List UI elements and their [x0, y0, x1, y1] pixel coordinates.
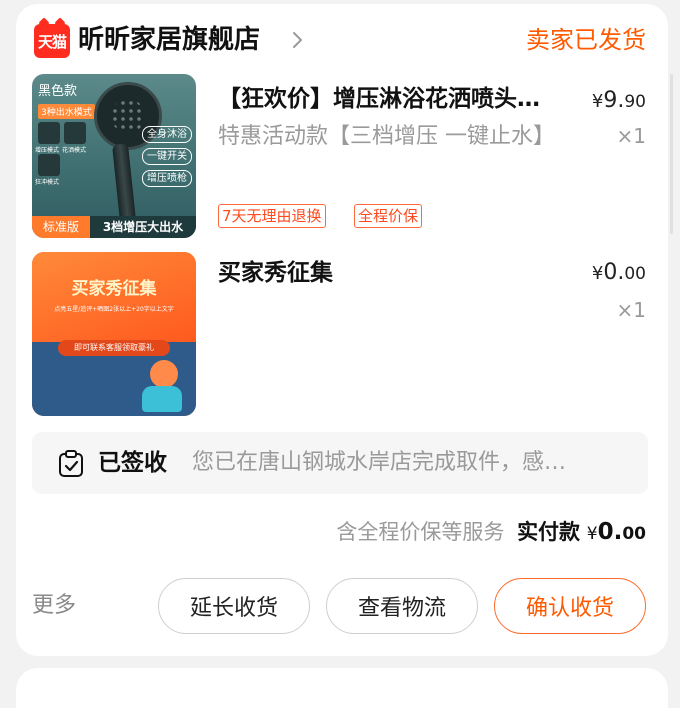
- price-dec-2: 00: [624, 264, 646, 284]
- logo-ear-left: [38, 17, 50, 29]
- mode-label: 3种出水模式: [38, 104, 95, 119]
- image-cta: 即可联系客服领取豪礼: [58, 340, 170, 356]
- price-dec: 90: [624, 92, 646, 112]
- logo-ear-right: [54, 17, 66, 29]
- version-label: 标准版: [32, 216, 90, 238]
- showerhead-handle: [111, 143, 137, 223]
- scrollbar[interactable]: [670, 74, 673, 234]
- item-quantity: ×1: [616, 124, 646, 148]
- service-text: 含全程价保等服务: [336, 520, 505, 544]
- item-title-2[interactable]: 买家秀征集: [218, 256, 333, 290]
- extend-receipt-button[interactable]: 延长收货: [158, 578, 310, 634]
- mascot-body: [142, 386, 182, 412]
- feature-2: 一键开关: [142, 148, 192, 165]
- image-title: 买家秀征集: [71, 279, 157, 299]
- price-symbol: ¥: [591, 91, 604, 112]
- more-button[interactable]: 更多: [32, 588, 76, 624]
- confirm-receipt-button[interactable]: 确认收货: [494, 578, 646, 634]
- mode-thumb-2: [64, 122, 86, 144]
- image-banner: 3档增压大出水: [90, 216, 196, 238]
- paid-symbol: ¥: [586, 524, 598, 544]
- delivery-message: 您已在唐山钢城水岸店完成取件，感…: [192, 450, 567, 475]
- tmall-logo-icon[interactable]: 天猫: [34, 17, 70, 58]
- feature-3: 增压喷枪: [142, 170, 192, 187]
- delivery-status-label: 已签收: [98, 450, 167, 476]
- price-symbol-2: ¥: [591, 263, 604, 284]
- mode-name-3: 狂冲模式: [35, 179, 60, 186]
- chevron-right-icon[interactable]: [289, 30, 307, 50]
- clipboard-check-icon: [59, 450, 83, 477]
- feature-1: 全身沐浴: [142, 126, 192, 143]
- view-logistics-button[interactable]: 查看物流: [326, 578, 478, 634]
- color-label: 黑色款: [38, 84, 78, 99]
- item-price-2: ¥0.00: [592, 256, 646, 291]
- paid-amount-dec: 00: [622, 524, 646, 544]
- next-order-card: [16, 668, 668, 708]
- mode-thumb-1: [38, 122, 60, 144]
- order-status: 卖家已发货: [526, 26, 646, 54]
- item-title[interactable]: 【狂欢价】增压淋浴花洒喷头…: [218, 82, 558, 116]
- item-spec: 特惠活动款【三档增压 一键止水】: [218, 124, 555, 149]
- mode-name-1: 增压模式: [35, 147, 60, 154]
- payment-summary: 含全程价保等服务 实付款 ¥0.00: [336, 514, 646, 552]
- tag-return-policy: 7天无理由退换: [218, 204, 326, 228]
- order-card: 天猫 昕昕家居旗舰店 卖家已发货 黑色款 3种出水模式 增压模式 花洒模式 狂冲…: [16, 4, 673, 656]
- mascot-head: [150, 360, 178, 388]
- paid-amount-int: 0.: [597, 519, 623, 545]
- logo-text: 天猫: [37, 32, 67, 51]
- product-image-buyer-show[interactable]: 买家秀征集 点亮五星/追评+晒图2张以上+20字以上文字 即可联系客服领取豪礼: [32, 252, 196, 416]
- product-image-showerhead[interactable]: 黑色款 3种出水模式 增压模式 花洒模式 狂冲模式 全身沐浴 一键开关 增压喷枪…: [32, 74, 196, 238]
- item-price: ¥9.90: [592, 84, 646, 119]
- price-int-2: 0.: [603, 260, 625, 285]
- tag-price-protection: 全程价保: [354, 204, 423, 228]
- mode-name-2: 花洒模式: [62, 147, 87, 154]
- shop-name[interactable]: 昕昕家居旗舰店: [78, 18, 260, 62]
- mode-thumb-3: [38, 154, 60, 176]
- image-subtitle: 点亮五星/追评+晒图2张以上+20字以上文字: [54, 306, 174, 313]
- paid-label: 实付款: [517, 520, 581, 544]
- item-quantity-2: ×1: [616, 298, 646, 322]
- price-int: 9.: [603, 88, 625, 113]
